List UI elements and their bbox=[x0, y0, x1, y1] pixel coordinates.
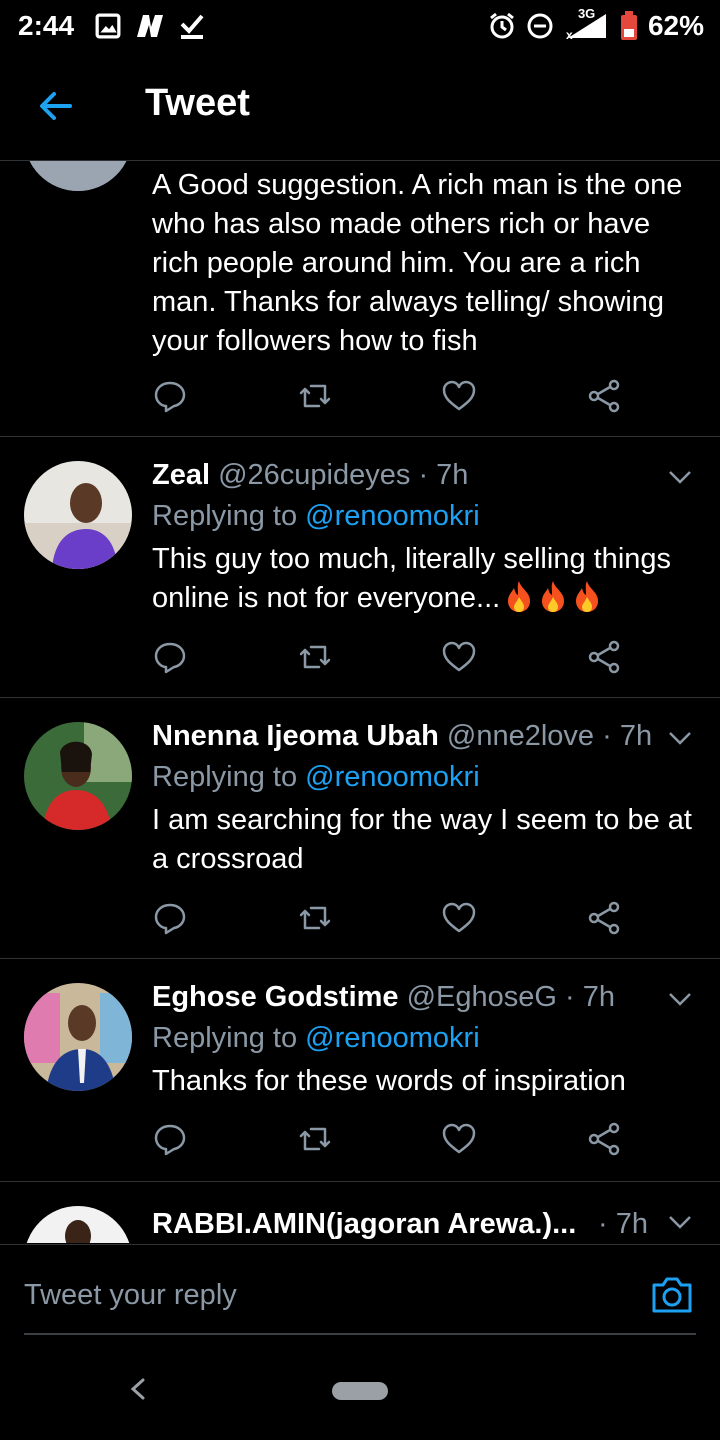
download-done-icon bbox=[180, 14, 204, 39]
share-icon[interactable] bbox=[586, 900, 622, 936]
tweet-item[interactable]: A Good suggestion. A rich man is the one… bbox=[0, 161, 720, 437]
tweet-item[interactable]: Eghose Godstime @EghoseG · 7h Replying t… bbox=[0, 959, 720, 1182]
tweet-time: · 7h bbox=[598, 1208, 648, 1240]
replying-to-handle[interactable]: @renoomokri bbox=[305, 1022, 480, 1054]
status-right: 3G x 62% bbox=[488, 6, 704, 42]
replying-to-label: Replying to bbox=[152, 1022, 298, 1054]
tweet-actions bbox=[152, 378, 622, 414]
avatar[interactable] bbox=[24, 461, 132, 569]
svg-text:x: x bbox=[566, 28, 573, 40]
display-name[interactable]: Zeal bbox=[152, 459, 210, 491]
reply-icon[interactable] bbox=[152, 1121, 188, 1157]
fire-emoji-icon bbox=[542, 581, 565, 612]
tweet-time: · 7h bbox=[418, 459, 469, 491]
display-name[interactable]: Nnenna Ijeoma Ubah bbox=[152, 720, 439, 752]
status-bar: 2:44 3G x 62% bbox=[0, 0, 720, 52]
user-handle[interactable]: @EghoseG bbox=[407, 981, 557, 1013]
tweet-item[interactable]: Nnenna Ijeoma Ubah @nne2love · 7h Replyi… bbox=[0, 698, 720, 959]
tweet-text: I am searching for the way I seem to be … bbox=[152, 804, 692, 875]
reply-icon[interactable] bbox=[152, 639, 188, 675]
retweet-icon[interactable] bbox=[297, 900, 333, 936]
tweet-meta: Nnenna Ijeoma Ubah @nne2love · 7h bbox=[152, 716, 694, 756]
avatar[interactable] bbox=[24, 1206, 132, 1243]
share-icon[interactable] bbox=[586, 378, 622, 414]
avatar[interactable] bbox=[24, 983, 132, 1091]
like-icon[interactable] bbox=[441, 378, 477, 414]
tweet-meta: RABBI.AMIN(jagoran Arewa.)... bbox=[152, 1204, 630, 1243]
display-name[interactable]: Eghose Godstime bbox=[152, 981, 399, 1013]
avatar[interactable] bbox=[24, 722, 132, 830]
battery-icon bbox=[620, 11, 637, 40]
nav-back-icon[interactable] bbox=[125, 1374, 151, 1404]
input-underline bbox=[24, 1333, 696, 1335]
like-icon[interactable] bbox=[441, 639, 477, 675]
replying-to-label: Replying to bbox=[152, 500, 298, 532]
chevron-down-icon[interactable] bbox=[668, 1214, 692, 1230]
top-app-bar: Tweet bbox=[0, 52, 720, 161]
battery-percent: 62% bbox=[647, 10, 704, 41]
tweet-item[interactable]: RABBI.AMIN(jagoran Arewa.)... · 7h bbox=[0, 1182, 720, 1243]
notification-icons bbox=[95, 12, 205, 40]
signal-group: 3G x bbox=[564, 6, 610, 40]
replying-to: Replying to @renoomokri bbox=[152, 495, 694, 537]
status-time: 2:44 bbox=[18, 10, 75, 41]
reply-compose-bar: Tweet your reply bbox=[0, 1244, 720, 1345]
home-pill[interactable] bbox=[332, 1382, 388, 1400]
camera-icon[interactable] bbox=[650, 1275, 694, 1315]
chevron-down-icon[interactable] bbox=[668, 730, 692, 746]
share-icon[interactable] bbox=[586, 1121, 622, 1157]
retweet-icon[interactable] bbox=[297, 378, 333, 414]
reply-input[interactable]: Tweet your reply bbox=[24, 1279, 237, 1312]
news-icon bbox=[137, 15, 163, 37]
like-icon[interactable] bbox=[441, 1121, 477, 1157]
tweet-actions bbox=[152, 1121, 622, 1157]
arrow-left-icon[interactable] bbox=[36, 86, 76, 126]
tweet-time: · 7h bbox=[602, 720, 653, 752]
user-handle[interactable]: @26cupideyes bbox=[218, 459, 410, 491]
image-icon bbox=[95, 13, 121, 39]
tweet-item[interactable]: Zeal @26cupideyes · 7h Replying to @reno… bbox=[0, 437, 720, 698]
replying-to: Replying to @renoomokri bbox=[152, 1017, 694, 1059]
alarm-icon bbox=[490, 12, 514, 39]
chevron-down-icon[interactable] bbox=[668, 469, 692, 485]
fire-emoji-group bbox=[500, 581, 602, 614]
retweet-icon[interactable] bbox=[297, 639, 333, 675]
replying-to: Replying to @renoomokri bbox=[152, 756, 694, 798]
tweet-meta: Eghose Godstime @EghoseG · 7h bbox=[152, 977, 694, 1017]
tweet-time: · 7h bbox=[565, 981, 616, 1013]
reply-icon[interactable] bbox=[152, 378, 188, 414]
tweet-actions bbox=[152, 639, 622, 675]
tweet-text: A Good suggestion. A rich man is the one… bbox=[152, 169, 683, 357]
replies-feed[interactable]: A Good suggestion. A rich man is the one… bbox=[0, 161, 720, 1243]
do-not-disturb-icon bbox=[527, 13, 553, 39]
retweet-icon[interactable] bbox=[297, 1121, 333, 1157]
share-icon[interactable] bbox=[586, 639, 622, 675]
like-icon[interactable] bbox=[441, 900, 477, 936]
reply-icon[interactable] bbox=[152, 900, 188, 936]
page-title: Tweet bbox=[145, 82, 250, 124]
avatar[interactable] bbox=[24, 161, 132, 191]
replying-to-handle[interactable]: @renoomokri bbox=[305, 761, 480, 793]
tweet-meta: Zeal @26cupideyes · 7h bbox=[152, 455, 694, 495]
replying-to-handle[interactable]: @renoomokri bbox=[305, 500, 480, 532]
display-name[interactable]: RABBI.AMIN(jagoran Arewa.)... bbox=[152, 1208, 576, 1240]
fire-emoji-icon bbox=[508, 581, 531, 612]
system-nav-bar bbox=[0, 1344, 720, 1440]
user-handle[interactable]: @nne2love bbox=[447, 720, 594, 752]
tweet-text: Thanks for these words of inspiration bbox=[152, 1065, 626, 1097]
tweet-actions bbox=[152, 900, 622, 936]
replying-to-label: Replying to bbox=[152, 761, 298, 793]
chevron-down-icon[interactable] bbox=[668, 991, 692, 1007]
fire-emoji-icon bbox=[576, 581, 599, 612]
tweet-text-container: This guy too much, literally selling thi… bbox=[152, 540, 694, 618]
signal-icon: x bbox=[566, 14, 606, 40]
